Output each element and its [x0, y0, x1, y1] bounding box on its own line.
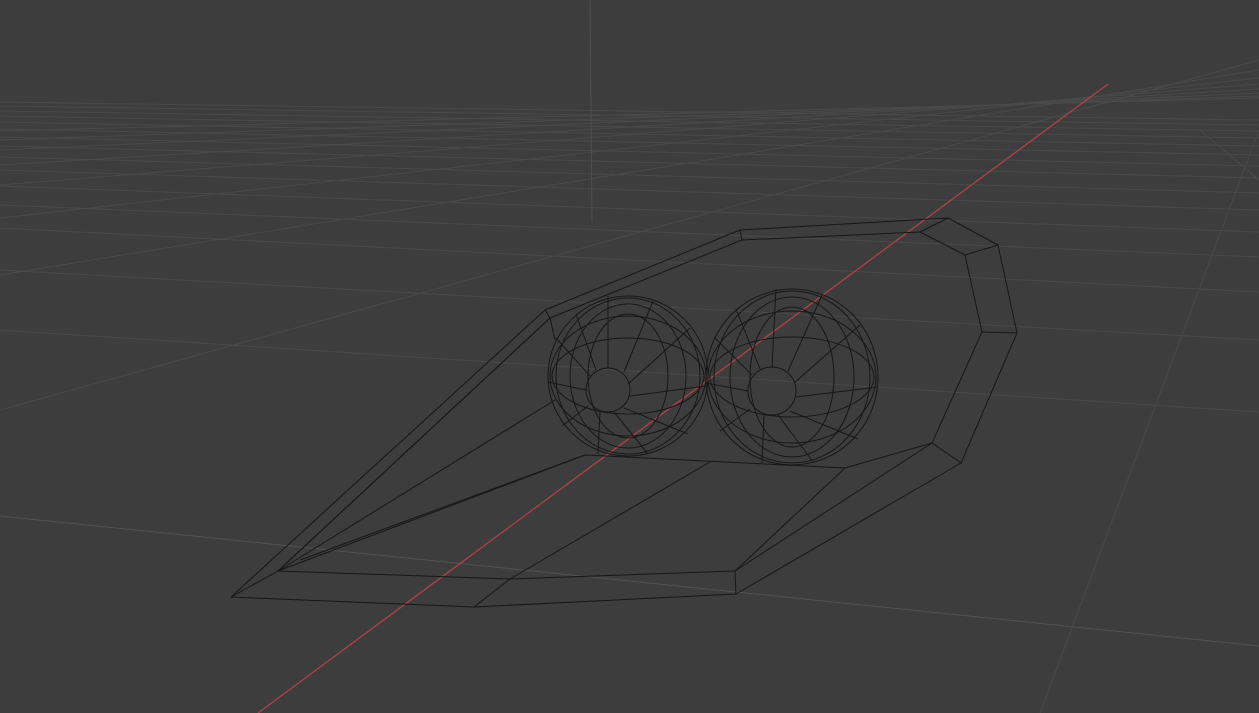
3d-viewport[interactable] — [0, 0, 1259, 713]
viewport-canvas[interactable] — [0, 0, 1259, 713]
left-sphere-mesh[interactable] — [547, 295, 709, 457]
pod-body-mesh[interactable] — [230, 217, 1018, 608]
right-sphere-mesh[interactable] — [705, 288, 879, 466]
